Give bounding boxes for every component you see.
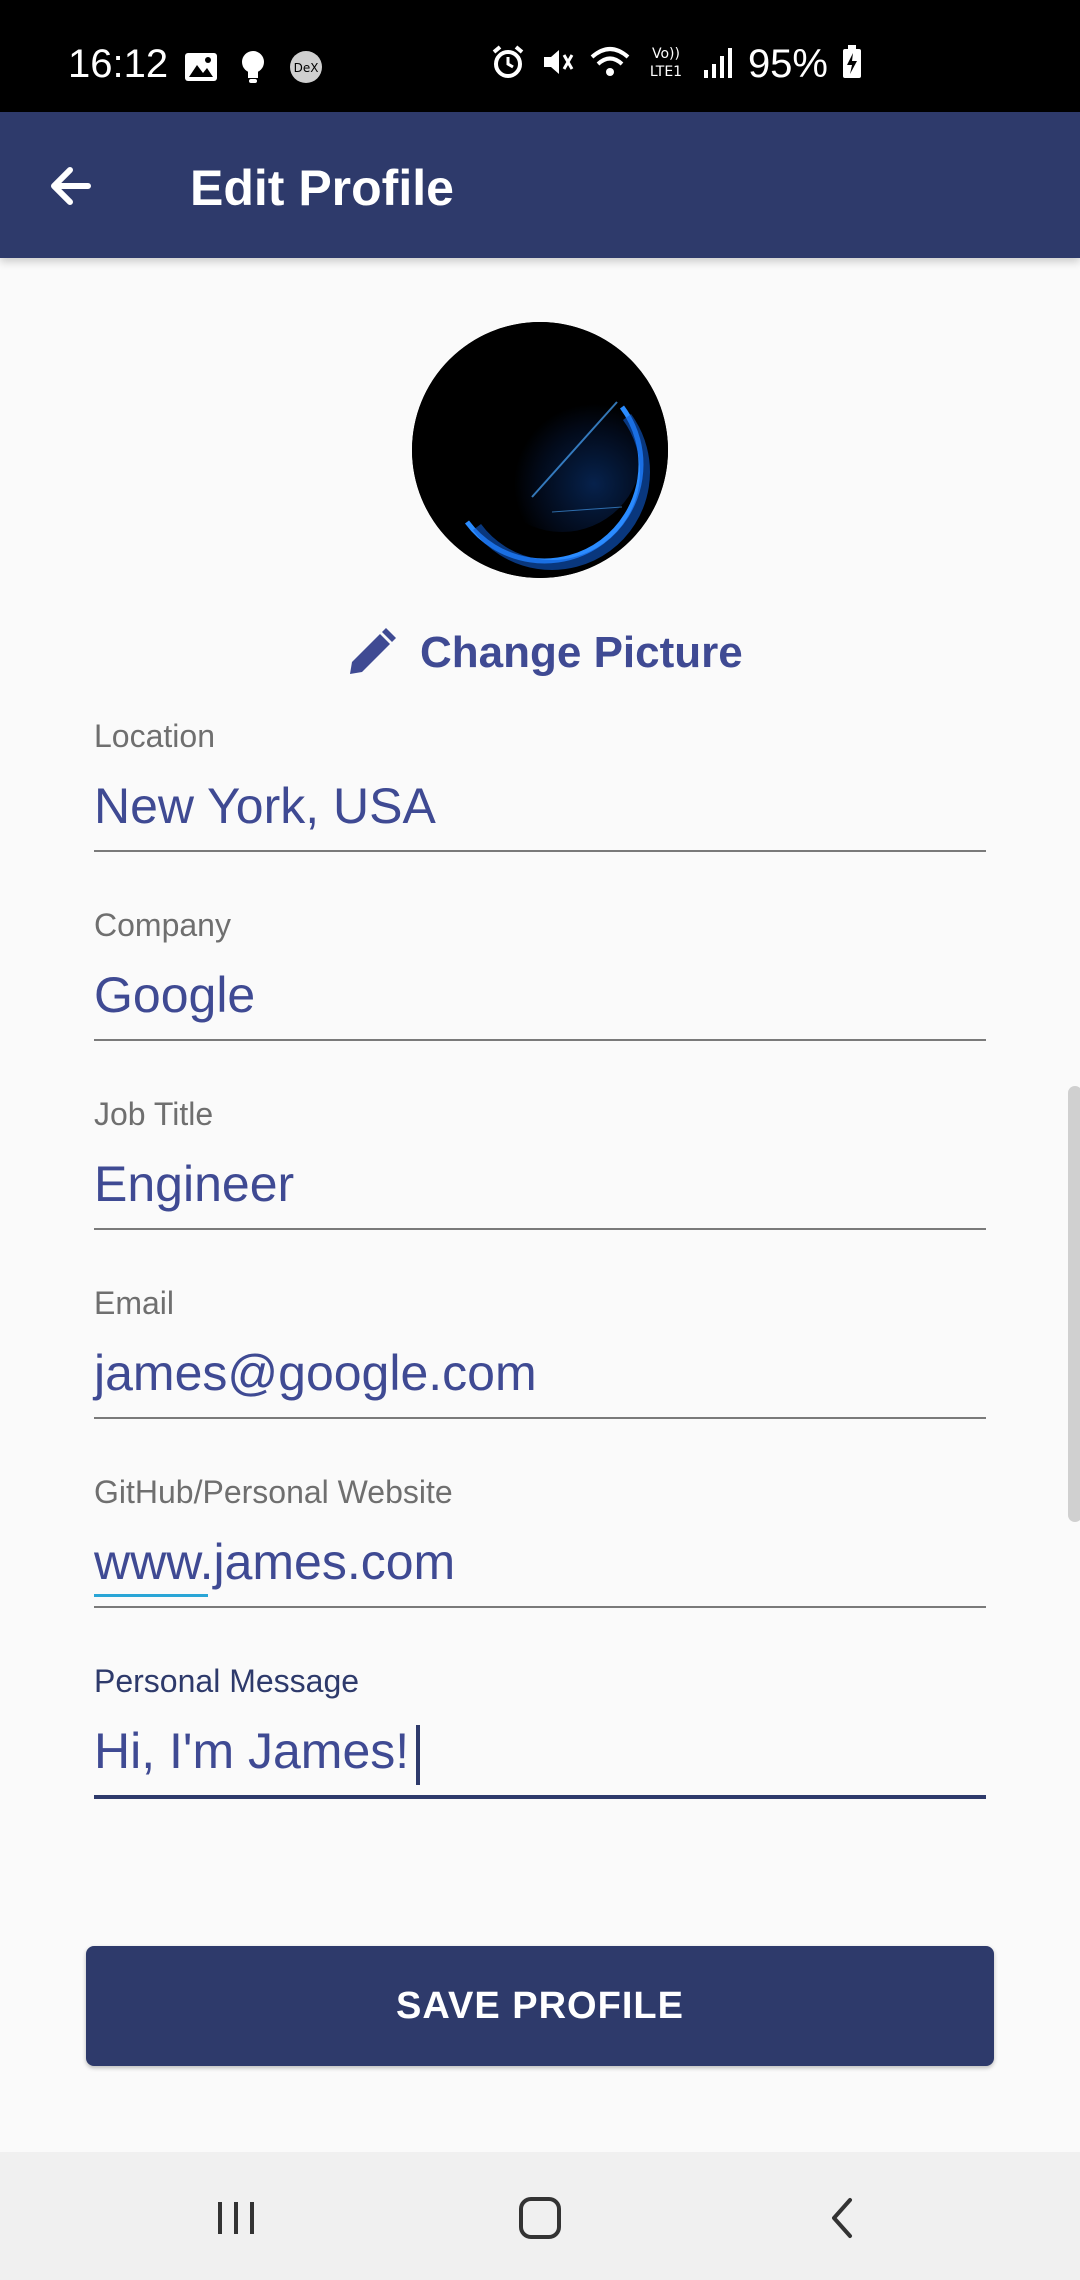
personal-message-input[interactable]: Hi, I'm James! xyxy=(94,1719,986,1783)
company-field[interactable]: Company Google xyxy=(94,905,986,1055)
battery-percent: 95% xyxy=(747,42,828,86)
website-input[interactable]: www.james.com xyxy=(94,1530,986,1594)
pencil-icon xyxy=(350,628,396,674)
email-underline xyxy=(94,1417,986,1419)
recents-icon xyxy=(218,2202,254,2234)
location-input[interactable]: New York, USA xyxy=(94,774,986,838)
svg-text:Vo)): Vo)) xyxy=(652,46,680,62)
personal-message-underline xyxy=(94,1795,986,1799)
bulb-icon xyxy=(240,50,266,89)
status-time: 16:12 xyxy=(68,42,169,86)
svg-text:DeX: DeX xyxy=(294,61,319,75)
personal-message-field[interactable]: Personal Message Hi, I'm James! xyxy=(94,1661,986,1811)
back-button[interactable] xyxy=(40,154,104,218)
arrow-left-icon xyxy=(51,167,91,205)
avatar[interactable] xyxy=(412,322,668,578)
save-profile-label: SAVE PROFILE xyxy=(396,1984,684,2027)
website-underline xyxy=(94,1606,986,1608)
website-field[interactable]: GitHub/Personal Website www.james.com xyxy=(94,1472,986,1622)
job-title-field[interactable]: Job Title Engineer xyxy=(94,1094,986,1244)
email-label: Email xyxy=(94,1285,175,1321)
page-title: Edit Profile xyxy=(190,160,454,216)
status-right-icons: Vo)) LTE1 95% xyxy=(490,40,862,88)
location-underline xyxy=(94,850,986,852)
gallery-icon xyxy=(184,52,218,87)
edit-profile-screen: 16:12 DeX Vo)) LTE1 95% Edit Profile Cha… xyxy=(0,0,1080,2280)
email-input[interactable]: james@google.com xyxy=(94,1341,986,1405)
change-picture-button[interactable]: Change Picture xyxy=(346,620,743,686)
home-icon xyxy=(519,2197,561,2239)
battery-charging-icon xyxy=(842,44,862,84)
company-input[interactable]: Google xyxy=(94,963,986,1027)
back-icon xyxy=(832,2198,852,2238)
location-label: Location xyxy=(94,718,215,754)
email-field[interactable]: Email james@google.com xyxy=(94,1283,986,1433)
system-nav-bar xyxy=(0,2152,1080,2280)
status-bar: 16:12 DeX Vo)) LTE1 95% xyxy=(0,0,1080,112)
recents-button[interactable] xyxy=(196,2178,276,2258)
home-button[interactable] xyxy=(500,2178,580,2258)
volte-icon: Vo)) LTE1 xyxy=(644,43,688,86)
company-label: Company xyxy=(94,907,231,943)
signal-icon xyxy=(702,46,734,83)
location-field[interactable]: Location New York, USA xyxy=(94,716,986,866)
job-title-label: Job Title xyxy=(94,1096,214,1132)
website-label: GitHub/Personal Website xyxy=(94,1474,453,1510)
change-picture-label: Change Picture xyxy=(420,628,743,677)
alarm-icon xyxy=(490,44,526,85)
text-cursor xyxy=(416,1725,420,1785)
mute-icon xyxy=(540,44,576,85)
job-title-underline xyxy=(94,1228,986,1230)
nav-back-button[interactable] xyxy=(802,2178,882,2258)
status-left-icons: DeX xyxy=(184,50,324,89)
company-underline xyxy=(94,1039,986,1041)
job-title-input[interactable]: Engineer xyxy=(94,1152,986,1216)
personal-message-label: Personal Message xyxy=(94,1663,360,1699)
avatar-image xyxy=(412,322,668,578)
scrollbar[interactable] xyxy=(1068,1086,1080,1522)
app-bar: Edit Profile xyxy=(0,112,1080,258)
wifi-icon xyxy=(590,45,630,84)
dex-icon: DeX xyxy=(288,50,324,89)
svg-text:LTE1: LTE1 xyxy=(650,64,682,80)
spellcheck-underline xyxy=(94,1594,208,1597)
save-profile-button[interactable]: SAVE PROFILE xyxy=(86,1946,994,2066)
